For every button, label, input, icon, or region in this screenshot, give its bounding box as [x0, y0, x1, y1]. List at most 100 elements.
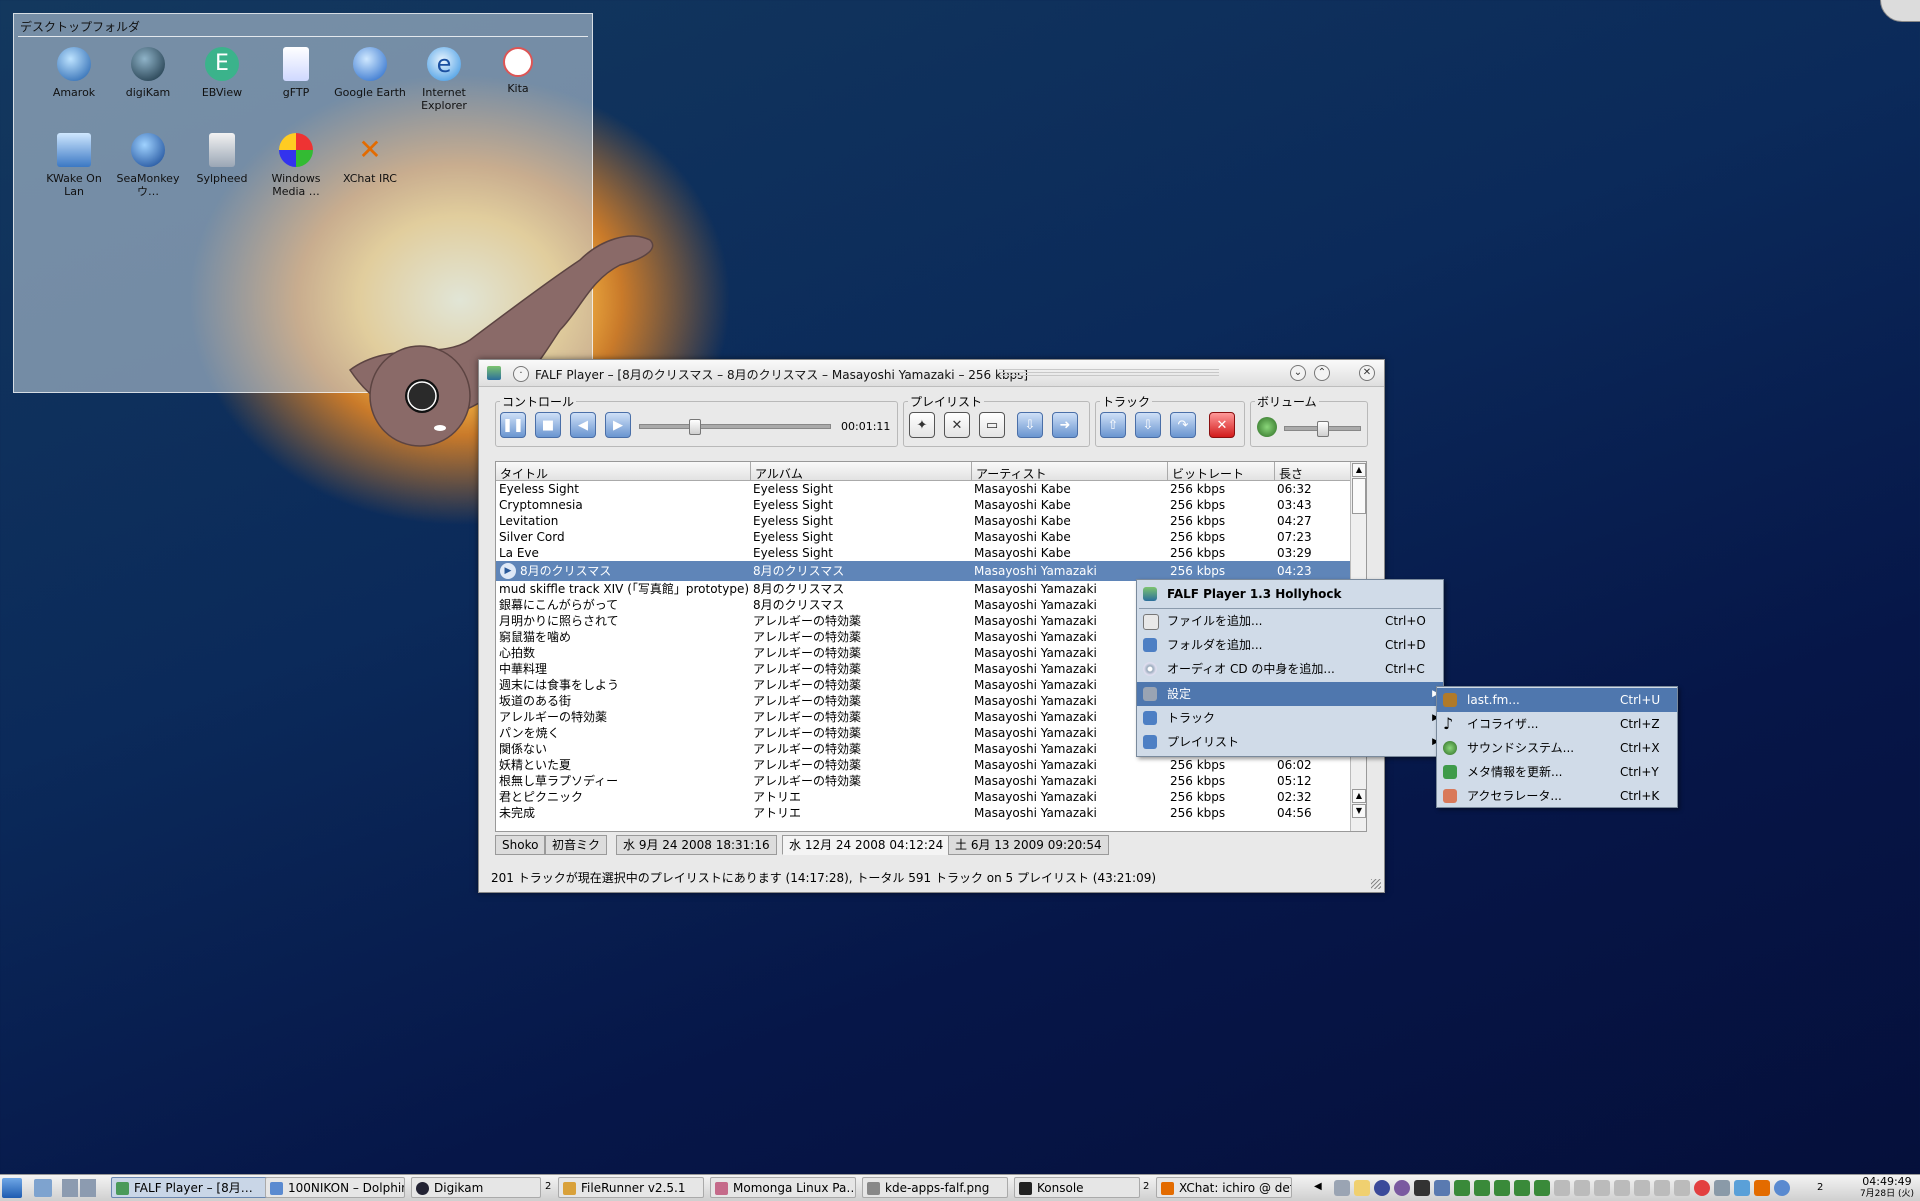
- clock[interactable]: 04:49:49 7月28日 (火): [1860, 1176, 1914, 1200]
- show-desktop-icon[interactable]: [34, 1179, 52, 1197]
- desktop-corner-button[interactable]: [1880, 0, 1920, 22]
- window-menu-icon[interactable]: ·: [513, 366, 529, 382]
- tray-icon[interactable]: [1614, 1180, 1630, 1196]
- column-header-title[interactable]: タイトル: [500, 465, 548, 482]
- minimize-icon[interactable]: ⌄: [1290, 365, 1306, 381]
- scroll-up-icon[interactable]: ▲: [1352, 463, 1366, 477]
- tray-icon[interactable]: [1634, 1180, 1650, 1196]
- xchat-tray-icon[interactable]: [1754, 1180, 1770, 1196]
- menu-item-add-folder[interactable]: フォルダを追加... Ctrl+D: [1137, 633, 1443, 657]
- tab-playlist-shoko[interactable]: Shoko: [495, 835, 546, 855]
- tray-icon[interactable]: [1594, 1180, 1610, 1196]
- resize-grip[interactable]: [1371, 879, 1381, 889]
- task-digikam[interactable]: Digikam: [411, 1177, 541, 1198]
- task-dolphin[interactable]: 100NIKON – Dolphin: [265, 1177, 405, 1198]
- remove-playlist-button[interactable]: ✕: [944, 412, 970, 438]
- cpu-monitor-icon[interactable]: [1454, 1180, 1470, 1196]
- table-row[interactable]: Silver Cord Eyeless Sight Masayoshi Kabe 25…: [496, 529, 1351, 545]
- desktop-icon-xchat[interactable]: ✕ XChat IRC: [333, 133, 407, 185]
- menu-item-add-file[interactable]: ファイルを追加... Ctrl+O: [1137, 609, 1443, 633]
- tray-icon[interactable]: [1574, 1180, 1590, 1196]
- menu-item-playlist[interactable]: プレイリスト ▶: [1137, 730, 1443, 754]
- tray-expand-icon[interactable]: ◀: [1314, 1181, 1322, 1192]
- menu-item-add-cd[interactable]: オーディオ CD の中身を追加... Ctrl+C: [1137, 657, 1443, 681]
- track-down-button[interactable]: ⇩: [1135, 412, 1161, 438]
- desktop-icon-kwake[interactable]: KWake On Lan: [37, 133, 111, 198]
- column-header-artist[interactable]: アーティスト: [976, 465, 1047, 482]
- task-falf-player[interactable]: FALF Player – [8月…: [111, 1177, 279, 1198]
- bluetooth-tray-icon[interactable]: [1734, 1180, 1750, 1196]
- previous-button[interactable]: ◀: [570, 412, 596, 438]
- tray-icon[interactable]: [1554, 1180, 1570, 1196]
- desktop-icon-gftp[interactable]: gFTP: [259, 47, 333, 99]
- table-row[interactable]: 8月のクリスマス 8月のクリスマス Masayoshi Yamazaki 256 kb…: [496, 561, 1351, 581]
- desktop-icon-amarok[interactable]: Amarok: [37, 47, 111, 99]
- menu-item-lastfm[interactable]: last.fm... Ctrl+U: [1437, 688, 1677, 712]
- desktop-icon-windows-media[interactable]: Windows Media …: [259, 133, 333, 198]
- scroll-up-icon[interactable]: ▲: [1352, 789, 1366, 803]
- update-tray-icon[interactable]: [1394, 1180, 1410, 1196]
- seek-slider[interactable]: [639, 424, 831, 429]
- table-row[interactable]: 君とピクニック アトリエ Masayoshi Yamazaki 256 kbps 02:…: [496, 789, 1351, 805]
- tab-playlist-2009-06-13[interactable]: 土 6月 13 2009 09:20:54: [948, 835, 1109, 855]
- desktop-icon-google-earth[interactable]: Google Earth: [333, 47, 407, 99]
- next-button[interactable]: ▶: [605, 412, 631, 438]
- desktop-icon-sylpheed[interactable]: Sylpheed: [185, 133, 259, 185]
- scroll-down-icon[interactable]: ▼: [1352, 804, 1366, 818]
- scrollbar-thumb[interactable]: [1352, 478, 1366, 514]
- column-divider[interactable]: [1167, 462, 1168, 480]
- update-notifier-icon[interactable]: [1774, 1180, 1790, 1196]
- column-header-length[interactable]: 長さ: [1279, 465, 1303, 482]
- task-momonga[interactable]: Momonga Linux Pa…: [710, 1177, 856, 1198]
- table-row[interactable]: La Eve Eyeless Sight Masayoshi Kabe 256 kbp…: [496, 545, 1351, 561]
- tab-playlist-miku[interactable]: 初音ミク: [545, 835, 608, 855]
- klipper-tray-icon[interactable]: [1714, 1180, 1730, 1196]
- memory-monitor-icon[interactable]: [1494, 1180, 1510, 1196]
- close-icon[interactable]: ✕: [1359, 365, 1375, 381]
- table-row[interactable]: Eyeless Sight Eyeless Sight Masayoshi Kabe…: [496, 481, 1351, 497]
- column-header-bitrate[interactable]: ビットレート: [1172, 465, 1244, 482]
- window-titlebar[interactable]: · FALF Player – [8月のクリスマス – 8月のクリスマス – M…: [479, 360, 1384, 387]
- display-tray-icon[interactable]: [1414, 1180, 1430, 1196]
- column-header-album[interactable]: アルバム: [755, 465, 803, 482]
- menu-item-accelerators[interactable]: アクセラレータ... Ctrl+K: [1437, 784, 1677, 808]
- maximize-icon[interactable]: ⌃: [1314, 365, 1330, 381]
- table-row[interactable]: 未完成 アトリエ Masayoshi Yamazaki 256 kbps 04:56: [496, 805, 1351, 821]
- menu-item-equalizer[interactable]: ♪ イコライザ... Ctrl+Z: [1437, 712, 1677, 736]
- playlist-forward-button[interactable]: ➜: [1052, 412, 1078, 438]
- new-playlist-button[interactable]: ✦: [909, 412, 935, 438]
- tray-icon[interactable]: [1674, 1180, 1690, 1196]
- table-row[interactable]: Levitation Eyeless Sight Masayoshi Kabe 256…: [496, 513, 1351, 529]
- task-filerunner[interactable]: FileRunner v2.5.1: [558, 1177, 704, 1198]
- desktop-icon-digikam[interactable]: digiKam: [111, 47, 185, 99]
- menu-item-sound-system[interactable]: サウンドシステム... Ctrl+X: [1437, 736, 1677, 760]
- table-row[interactable]: Cryptomnesia Eyeless Sight Masayoshi Kabe 2…: [496, 497, 1351, 513]
- desktop-icon-seamonkey[interactable]: SeaMonkey ウ…: [111, 133, 185, 198]
- playlist-down-button[interactable]: ⇩: [1017, 412, 1043, 438]
- playlist-window-button[interactable]: ▭: [979, 412, 1005, 438]
- start-menu-icon[interactable]: [2, 1178, 22, 1198]
- clipboard-tray-icon[interactable]: [1354, 1180, 1370, 1196]
- track-up-button[interactable]: ⇧: [1100, 412, 1126, 438]
- tab-playlist-2008-12-24[interactable]: 水 12月 24 2008 04:12:24: [782, 835, 951, 855]
- repeat-button[interactable]: ↷: [1170, 412, 1196, 438]
- task-kde-apps-image[interactable]: kde-apps-falf.png: [862, 1177, 1008, 1198]
- tray-icon[interactable]: [1654, 1180, 1670, 1196]
- desktop-icon-ebview[interactable]: E EBView: [185, 47, 259, 99]
- amarok-tray-icon[interactable]: [1694, 1180, 1710, 1196]
- column-divider[interactable]: [1274, 462, 1275, 480]
- pause-button[interactable]: ❚❚: [500, 412, 526, 438]
- volume-tray-icon[interactable]: [1334, 1180, 1350, 1196]
- table-row[interactable]: 根無し草ラプソディー アレルギーの特効薬 Masayoshi Yamazaki 256…: [496, 773, 1351, 789]
- device-tray-icon[interactable]: [1434, 1180, 1450, 1196]
- menu-item-update-metadata[interactable]: メタ情報を更新... Ctrl+Y: [1437, 760, 1677, 784]
- task-konsole[interactable]: Konsole: [1014, 1177, 1140, 1198]
- task-xchat[interactable]: XChat: ichiro @ def…: [1156, 1177, 1292, 1198]
- network-monitor-icon[interactable]: [1514, 1180, 1530, 1196]
- disk-monitor-icon[interactable]: [1534, 1180, 1550, 1196]
- table-row[interactable]: 妖精といた夏 アレルギーの特効薬 Masayoshi Yamazaki 256 kbp…: [496, 757, 1351, 773]
- seek-slider-handle[interactable]: [689, 419, 702, 435]
- menu-item-track[interactable]: トラック ▶: [1137, 706, 1443, 730]
- column-divider[interactable]: [750, 462, 751, 480]
- volume-slider-handle[interactable]: [1316, 421, 1329, 437]
